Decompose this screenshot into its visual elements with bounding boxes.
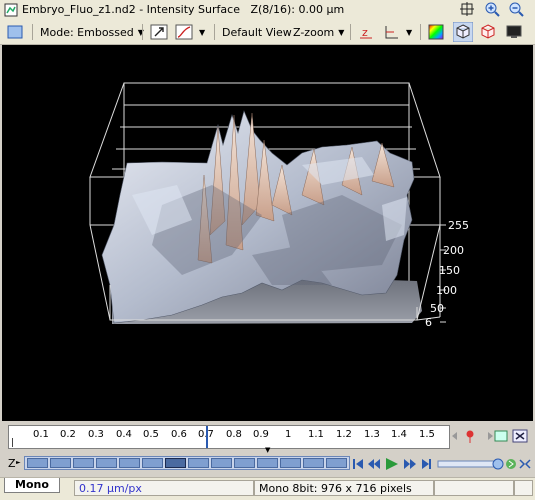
grid-tool-icon[interactable] xyxy=(494,430,508,442)
zoom-in-icon[interactable] xyxy=(484,1,500,17)
image-info-value: Mono 8bit: 976 x 716 pixels xyxy=(259,482,412,495)
scale-readout-value: 0.17 µm/px xyxy=(79,482,142,495)
z-slider-segment[interactable] xyxy=(303,458,324,468)
close-icon[interactable] xyxy=(512,429,528,443)
tab-mono[interactable]: Mono xyxy=(4,478,60,493)
z-playback-controls xyxy=(353,458,531,470)
window-title: Embryo_Fluo_z1.nd2 - Intensity Surface Z… xyxy=(22,3,344,16)
z-slider-segment[interactable] xyxy=(211,458,232,468)
marker-icon[interactable] xyxy=(466,430,474,444)
split-arrows-icon[interactable] xyxy=(519,459,531,469)
mode-label: Mode: Embossed xyxy=(40,25,134,39)
z-slider-segment[interactable] xyxy=(142,458,163,468)
ruler-tick: 0.5 xyxy=(143,429,159,440)
z-slider-segment[interactable] xyxy=(234,458,255,468)
fast-forward-icon[interactable] xyxy=(404,459,416,469)
z-slider-segment[interactable] xyxy=(96,458,117,468)
z-zoom-label: Z-zoom xyxy=(293,25,335,39)
z-label: Z xyxy=(8,457,16,470)
toolbar: Mode: Embossed ▼ ▼ Default View Z-zoom ▼… xyxy=(0,20,535,45)
z-slider-segment[interactable] xyxy=(27,458,48,468)
fit-window-icon[interactable] xyxy=(459,1,475,17)
z-slider-segment[interactable] xyxy=(257,458,278,468)
z-slider-segment[interactable] xyxy=(280,458,301,468)
cube-red-icon[interactable] xyxy=(479,22,497,42)
ruler-tick: 0.9 xyxy=(253,429,269,440)
image-info: Mono 8bit: 976 x 716 pixels xyxy=(254,480,434,496)
arrow-left-icon[interactable] xyxy=(452,432,457,440)
scale-label: 6 xyxy=(425,316,432,329)
chevron-down-icon: ► xyxy=(16,459,21,466)
ruler-tick: 1.1 xyxy=(308,429,324,440)
status-bar: Mono 0.17 µm/px Mono 8bit: 976 x 716 pix… xyxy=(0,477,535,500)
monitor-icon[interactable] xyxy=(505,22,523,42)
toolbar-separator xyxy=(32,24,33,40)
chevron-down-icon: ▼ xyxy=(265,446,271,454)
ruler-tick: 1.5 xyxy=(419,429,435,440)
z-slider-segment[interactable] xyxy=(326,458,347,468)
z-zoom-dropdown[interactable]: Z-zoom ▼ xyxy=(293,22,344,42)
ruler-tick: 0.6 xyxy=(171,429,187,440)
app-icon xyxy=(4,3,18,17)
z-slider-segment[interactable] xyxy=(165,458,186,468)
z-axis-icon[interactable]: z xyxy=(357,22,375,42)
z-slider-segment[interactable] xyxy=(50,458,71,468)
ruler-tick: 0.8 xyxy=(226,429,242,440)
mode-dropdown[interactable]: Mode: Embossed ▼ xyxy=(40,22,144,42)
axis-settings-icon[interactable] xyxy=(382,22,400,42)
rewind-icon[interactable] xyxy=(368,459,380,469)
chevron-down-icon: ▼ xyxy=(338,27,345,37)
scale-label: 200 xyxy=(443,244,464,257)
skip-last-icon[interactable] xyxy=(422,459,431,469)
panel-toggle-icon[interactable] xyxy=(6,22,24,42)
ruler-tick: 1.4 xyxy=(391,429,407,440)
z-slider-segment[interactable] xyxy=(119,458,140,468)
default-view-button[interactable]: Default View xyxy=(222,22,292,42)
toolbar-separator xyxy=(142,24,143,40)
zoom-out-icon[interactable] xyxy=(508,1,524,17)
scale-readout: 0.17 µm/px xyxy=(74,480,254,496)
time-ruler[interactable]: 0.1 0.2 0.3 0.4 0.5 0.6 0.7 0.8 0.9 1 1.… xyxy=(8,425,450,449)
surface-render: 255 200 150 100 50 6 xyxy=(89,82,469,329)
toolbar-separator xyxy=(214,24,215,40)
scale-label: 150 xyxy=(439,264,460,277)
ruler-tick: 0.4 xyxy=(116,429,132,440)
window-title-text: Embryo_Fluo_z1.nd2 - Intensity Surface xyxy=(22,3,240,16)
ruler-tick: 1.2 xyxy=(336,429,352,440)
tab-mono-label: Mono xyxy=(15,478,49,491)
color-lut-icon[interactable] xyxy=(427,22,445,42)
speed-up-icon[interactable] xyxy=(506,459,516,469)
z-slider-segment[interactable] xyxy=(73,458,94,468)
chevron-down-icon[interactable]: ▼ xyxy=(406,22,412,42)
arrow-tool-icon[interactable] xyxy=(150,22,168,42)
svg-text:z: z xyxy=(362,26,368,39)
ruler-tools xyxy=(452,429,528,444)
intensity-surface-viewport[interactable]: 255 200 150 100 50 6 xyxy=(2,45,533,421)
scale-label: 255 xyxy=(448,219,469,232)
scale-label: 50 xyxy=(430,302,444,315)
speed-slider[interactable] xyxy=(437,458,504,470)
z-slider-row: Z ► xyxy=(0,455,535,473)
ruler-tick: 1 xyxy=(285,429,292,440)
z-slider-segment[interactable] xyxy=(188,458,209,468)
chevron-down-icon[interactable]: ▼ xyxy=(199,22,205,42)
title-bar: Embryo_Fluo_z1.nd2 - Intensity Surface Z… xyxy=(0,0,535,21)
resize-grip-icon[interactable] xyxy=(514,480,533,496)
ruler-cursor[interactable] xyxy=(206,426,208,448)
ruler-tick: 0.1 xyxy=(33,429,49,440)
ruler-tick: 0.2 xyxy=(60,429,76,440)
status-cell-empty xyxy=(434,480,514,496)
ruler-tick: 0.3 xyxy=(88,429,104,440)
z-position-info: Z(8/16): 0.00 µm xyxy=(250,3,345,16)
play-icon[interactable] xyxy=(386,458,398,470)
cube-view-icon[interactable] xyxy=(453,22,473,42)
toolbar-separator xyxy=(350,24,351,40)
arrow-right-icon[interactable] xyxy=(488,432,493,440)
curve-tool-icon[interactable] xyxy=(175,22,193,42)
toolbar-separator xyxy=(420,24,421,40)
ruler-tick: 1.3 xyxy=(364,429,380,440)
default-view-label: Default View xyxy=(222,25,292,39)
skip-first-icon[interactable] xyxy=(353,459,363,469)
scale-label: 100 xyxy=(436,284,457,297)
